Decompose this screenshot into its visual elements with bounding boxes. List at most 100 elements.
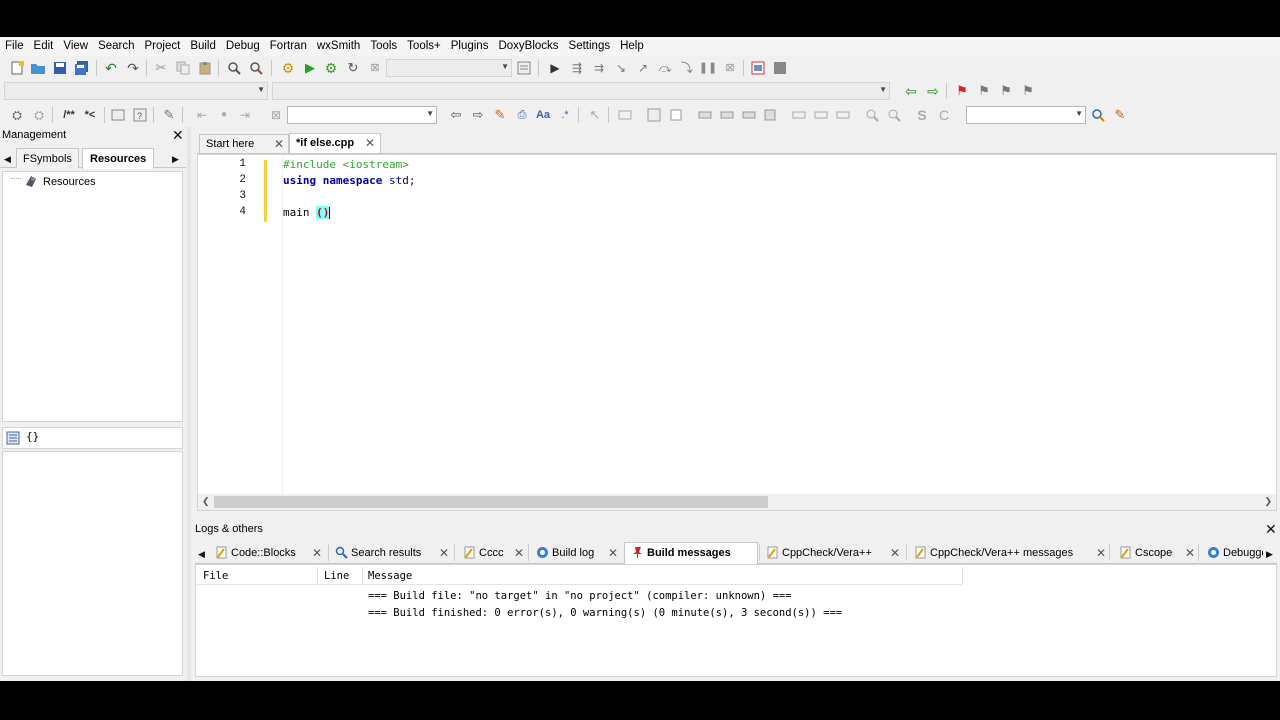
settings-wrench-icon[interactable]: ✎ bbox=[1112, 107, 1128, 123]
logs-close-icon[interactable]: ✕ bbox=[1265, 522, 1277, 536]
clear-search-icon[interactable]: ⊠ bbox=[268, 107, 284, 123]
column-message[interactable]: Message bbox=[368, 570, 412, 582]
step-into-icon[interactable]: ↘ bbox=[613, 60, 629, 76]
menu-tools-plus[interactable]: Tools+ bbox=[402, 37, 446, 56]
tab-fsymbols[interactable]: FSymbols bbox=[16, 148, 79, 168]
stop-debugger-icon[interactable]: ⊠ bbox=[722, 60, 738, 76]
zoom-out-icon[interactable] bbox=[886, 107, 902, 123]
build-message-row[interactable]: === Build finished: 0 error(s), 0 warnin… bbox=[368, 607, 842, 619]
incremental-search-input[interactable]: ▼ bbox=[287, 106, 437, 124]
prev-bookmark-icon[interactable]: ⚑ bbox=[976, 83, 992, 99]
debugging-windows-icon[interactable] bbox=[750, 60, 766, 76]
close-tab-icon[interactable]: ✕ bbox=[890, 543, 900, 563]
menu-tools[interactable]: Tools bbox=[365, 37, 402, 56]
logs-scroll-right-icon[interactable]: ▶ bbox=[1266, 547, 1273, 561]
tab-cccc[interactable]: Cccc ✕ bbox=[457, 543, 527, 564]
select-tool-icon[interactable]: ↖ bbox=[587, 107, 603, 123]
layout-4-icon[interactable] bbox=[762, 107, 778, 123]
build-gear-icon[interactable]: ⚙ bbox=[280, 60, 296, 76]
tab-if-else-cpp[interactable]: *if else.cpp ✕ bbox=[289, 133, 381, 153]
copy-icon[interactable] bbox=[175, 60, 191, 76]
tab-search-results[interactable]: Search results ✕ bbox=[329, 543, 453, 564]
build-message-row[interactable]: === Build file: "no target" in "no proje… bbox=[368, 590, 792, 602]
search-forward-icon[interactable]: ⇨ bbox=[470, 107, 486, 123]
redo-icon[interactable]: ↷ bbox=[125, 60, 141, 76]
step-instruction-icon[interactable]: ⤵ bbox=[679, 60, 695, 76]
tab-cscope[interactable]: Cscope ✕ bbox=[1113, 543, 1197, 564]
tab-start-here[interactable]: Start here ✕ bbox=[199, 134, 289, 153]
tab-scroll-left-icon[interactable]: ◀ bbox=[4, 152, 11, 166]
paste-icon[interactable] bbox=[197, 60, 213, 76]
line-comment-button[interactable]: *< bbox=[80, 107, 100, 123]
extract-docs-icon[interactable]: ⛭ bbox=[31, 107, 47, 123]
match-case-icon[interactable]: Aa bbox=[535, 107, 551, 123]
layout-2-icon[interactable] bbox=[719, 107, 735, 123]
build-target-combo[interactable]: ▼ bbox=[386, 59, 512, 77]
selected-text-icon[interactable]: ⎙ bbox=[514, 107, 530, 123]
regex-icon[interactable]: .* bbox=[557, 107, 573, 123]
zoom-in-icon[interactable] bbox=[864, 107, 880, 123]
tab-scroll-right-icon[interactable]: ▶ bbox=[172, 152, 179, 166]
next-icon[interactable]: ⇥ bbox=[237, 107, 253, 123]
scope-combo[interactable]: ▼ bbox=[4, 82, 268, 100]
search-back-icon[interactable]: ⇦ bbox=[448, 107, 464, 123]
tab-build-messages[interactable]: Build messages bbox=[624, 542, 758, 564]
undo-icon[interactable]: ↶ bbox=[103, 60, 119, 76]
debug-info-icon[interactable] bbox=[772, 60, 788, 76]
close-tab-icon[interactable]: ✕ bbox=[1185, 543, 1195, 563]
horizontal-scrollbar[interactable]: ❮ ❯ bbox=[198, 494, 1276, 510]
tab-cppcheck-vera-messages[interactable]: CppCheck/Vera++ messages ✕ bbox=[908, 543, 1108, 564]
menu-wxsmith[interactable]: wxSmith bbox=[312, 37, 365, 56]
menu-view[interactable]: View bbox=[58, 37, 93, 56]
tree-item-resources[interactable]: Resources bbox=[43, 176, 96, 188]
replace-icon[interactable] bbox=[248, 60, 264, 76]
close-tab-icon[interactable]: ✕ bbox=[312, 543, 322, 563]
open-folder-icon[interactable] bbox=[30, 60, 46, 76]
debug-continue-icon[interactable]: ▶ bbox=[547, 60, 563, 76]
menu-project[interactable]: Project bbox=[140, 37, 186, 56]
prev-icon[interactable]: ⇤ bbox=[194, 107, 210, 123]
doxyblocks-config-icon[interactable]: ✎ bbox=[161, 107, 177, 123]
menu-build[interactable]: Build bbox=[185, 37, 221, 56]
shape-tool-icon[interactable] bbox=[668, 107, 684, 123]
cut-icon[interactable]: ✂ bbox=[153, 60, 169, 76]
next-instruction-icon[interactable]: ⤼ bbox=[657, 60, 673, 76]
refresh-icon[interactable]: C bbox=[936, 107, 952, 123]
function-combo[interactable]: ▼ bbox=[272, 82, 890, 100]
column-file[interactable]: File bbox=[203, 570, 228, 582]
close-tab-icon[interactable]: ✕ bbox=[439, 543, 449, 563]
tab-debugger[interactable]: Debugge bbox=[1201, 543, 1263, 564]
logs-scroll-left-icon[interactable]: ◀ bbox=[198, 547, 205, 561]
align-1-icon[interactable] bbox=[791, 107, 807, 123]
jump-forward-icon[interactable]: ⇨ bbox=[925, 83, 941, 99]
new-file-icon[interactable] bbox=[9, 60, 25, 76]
save-all-icon[interactable] bbox=[74, 60, 90, 76]
menu-doxyblocks[interactable]: DoxyBlocks bbox=[493, 37, 563, 56]
next-line-icon[interactable]: ⇉ bbox=[591, 60, 607, 76]
close-tab-icon[interactable]: ✕ bbox=[514, 543, 524, 563]
management-close-icon[interactable]: ✕ bbox=[172, 128, 184, 142]
menu-fortran[interactable]: Fortran bbox=[265, 37, 312, 56]
find-icon[interactable] bbox=[226, 60, 242, 76]
save-icon[interactable] bbox=[52, 60, 68, 76]
menu-plugins[interactable]: Plugins bbox=[446, 37, 494, 56]
menu-file[interactable]: File bbox=[0, 37, 29, 56]
dot-icon[interactable]: ● bbox=[216, 107, 232, 123]
run-to-cursor-icon[interactable]: ⇶ bbox=[569, 60, 585, 76]
layout-3-icon[interactable] bbox=[741, 107, 757, 123]
align-2-icon[interactable] bbox=[813, 107, 829, 123]
menu-debug[interactable]: Debug bbox=[221, 37, 265, 56]
clear-bookmarks-icon[interactable]: ⚑ bbox=[1020, 83, 1036, 99]
image-tool-icon[interactable] bbox=[646, 107, 662, 123]
close-tab-icon[interactable]: ✕ bbox=[365, 134, 375, 153]
show-target-dialog-icon[interactable] bbox=[516, 60, 532, 76]
tab-codeblocks-log[interactable]: Code::Blocks ✕ bbox=[209, 543, 327, 564]
build-and-run-icon[interactable]: ⚙ bbox=[323, 60, 339, 76]
column-line[interactable]: Line bbox=[324, 570, 349, 582]
layout-1-icon[interactable] bbox=[697, 107, 713, 123]
scrollbar-thumb[interactable] bbox=[214, 496, 768, 508]
tab-resources[interactable]: Resources bbox=[82, 148, 155, 169]
run-html-icon[interactable] bbox=[110, 107, 126, 123]
run-icon[interactable]: ▶ bbox=[302, 60, 318, 76]
close-tab-icon[interactable]: ✕ bbox=[608, 543, 618, 563]
